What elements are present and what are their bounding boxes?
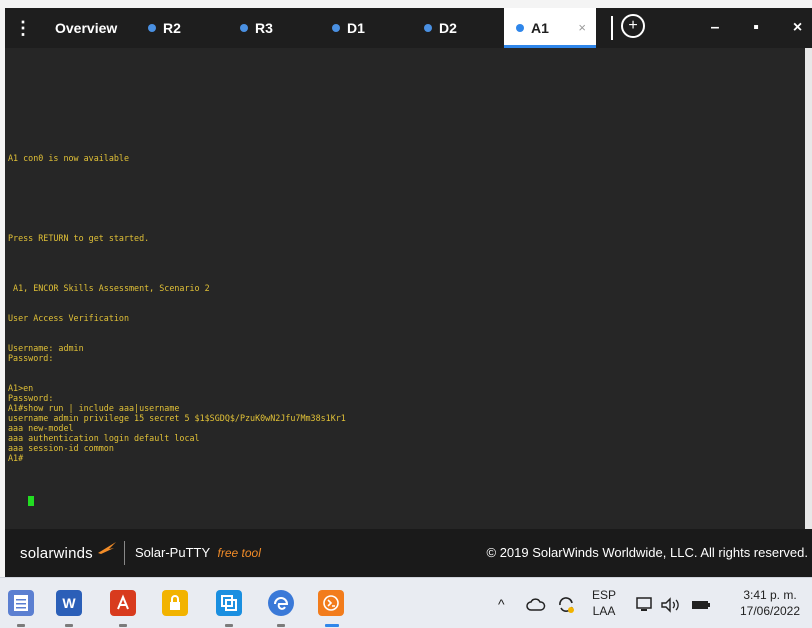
status-dot-icon xyxy=(332,24,340,32)
word-icon-letter: W xyxy=(62,595,76,611)
acrobat-icon[interactable] xyxy=(110,590,136,616)
add-tab-icon[interactable]: + xyxy=(621,14,645,38)
volume-icon[interactable] xyxy=(660,597,682,613)
tab-label: R3 xyxy=(255,20,273,36)
tab-d2[interactable]: D2 xyxy=(424,8,457,48)
taskbar-running-indicator xyxy=(119,624,127,627)
terminal-output: A1 con0 is now available Press RETURN to … xyxy=(8,153,346,463)
terminal-line: Username: admin xyxy=(8,343,84,353)
tab-label: Overview xyxy=(55,20,118,36)
taskbar-running-indicator xyxy=(65,624,73,627)
terminal-line: aaa authentication login default local xyxy=(8,433,200,443)
app-name-text: Solar-PuTTY xyxy=(135,545,210,560)
free-tool-label: free tool xyxy=(217,546,261,560)
terminal-line: aaa session-id common xyxy=(8,443,114,453)
keyboard-layout: LAA xyxy=(592,604,616,618)
input-language[interactable]: ESP LAA xyxy=(588,587,620,619)
close-window-icon[interactable]: × xyxy=(783,8,812,48)
taskbar-active-indicator xyxy=(325,624,339,627)
solarwinds-flame-icon xyxy=(98,542,116,554)
terminal-line: A1 con0 is now available xyxy=(8,153,130,163)
copyright-text: © 2019 SolarWinds Worldwide, LLC. All ri… xyxy=(486,545,808,560)
footer-divider xyxy=(124,541,125,565)
solar-putty-icon[interactable] xyxy=(318,590,344,616)
taskbar-running-indicator xyxy=(17,624,25,627)
chevron-up-icon[interactable]: ^ xyxy=(498,596,505,612)
network-icon[interactable] xyxy=(636,597,654,613)
terminal-line: username admin privilege 15 secret 5 $1$… xyxy=(8,413,346,423)
status-dot-icon xyxy=(240,24,248,32)
app-footer: solarwinds Solar-PuTTY free tool © 2019 … xyxy=(5,529,812,577)
lock-app-icon[interactable] xyxy=(162,590,188,616)
tab-bar: ⋮ Overview R2 R3 D1 D2 A1 × + – ▪ × xyxy=(5,8,812,48)
taskbar-running-indicator xyxy=(277,624,285,627)
menu-icon[interactable]: ⋮ xyxy=(5,8,41,48)
terminal-cursor xyxy=(28,496,34,506)
solarwinds-logo: solarwinds xyxy=(20,545,93,562)
language-code: ESP xyxy=(591,588,616,602)
tab-divider xyxy=(611,16,613,40)
taskbar-running-indicator xyxy=(225,624,233,627)
terminal-line: Password: xyxy=(8,353,54,363)
tab-r2[interactable]: R2 xyxy=(148,8,181,48)
cloud-icon[interactable] xyxy=(526,598,546,612)
windows-taskbar: W ^ ESP LAA 3:41 p. m. 17/06/2022 xyxy=(0,577,812,628)
minimize-icon[interactable]: – xyxy=(699,8,731,48)
close-tab-icon[interactable]: × xyxy=(578,20,586,35)
app-name: Solar-PuTTY free tool xyxy=(135,545,261,560)
status-dot-icon xyxy=(424,24,432,32)
clock[interactable]: 3:41 p. m. 17/06/2022 xyxy=(730,587,810,619)
terminal-line: A1, ENCOR Skills Assessment, Scenario 2 xyxy=(8,283,210,293)
terminal-line: A1# xyxy=(8,453,24,463)
tab-overview[interactable]: Overview xyxy=(55,8,117,48)
word-icon[interactable]: W xyxy=(56,590,82,616)
terminal-line: Press RETURN to get started. xyxy=(8,233,150,243)
notepad-icon[interactable] xyxy=(8,590,34,616)
clock-time: 3:41 p. m. xyxy=(743,588,797,602)
tab-r3[interactable]: R3 xyxy=(240,8,273,48)
maximize-icon[interactable]: ▪ xyxy=(740,8,772,48)
terminal-scrollbar[interactable] xyxy=(805,48,812,529)
tab-label: D1 xyxy=(347,20,365,36)
tab-a1[interactable]: A1 × xyxy=(504,8,596,48)
terminal-line: aaa new-model xyxy=(8,423,74,433)
terminal-line: User Access Verification xyxy=(8,313,130,323)
terminal-line: A1>en xyxy=(8,383,34,393)
tab-label: A1 xyxy=(531,20,549,36)
tab-d1[interactable]: D1 xyxy=(332,8,365,48)
terminal-line: A1#show run | include aaa|username xyxy=(8,403,180,413)
battery-icon[interactable] xyxy=(690,598,712,612)
edge-icon[interactable] xyxy=(268,590,294,616)
copy-app-icon[interactable] xyxy=(216,590,242,616)
sync-icon[interactable] xyxy=(556,595,576,615)
clock-date: 17/06/2022 xyxy=(739,604,801,618)
solar-putty-window: ⋮ Overview R2 R3 D1 D2 A1 × + – ▪ × A1 c… xyxy=(0,0,812,628)
tab-label: D2 xyxy=(439,20,457,36)
status-dot-icon xyxy=(516,24,524,32)
terminal-line: Password: xyxy=(8,393,54,403)
tab-label: R2 xyxy=(163,20,181,36)
status-dot-icon xyxy=(148,24,156,32)
terminal-area[interactable]: A1 con0 is now available Press RETURN to … xyxy=(5,48,805,529)
